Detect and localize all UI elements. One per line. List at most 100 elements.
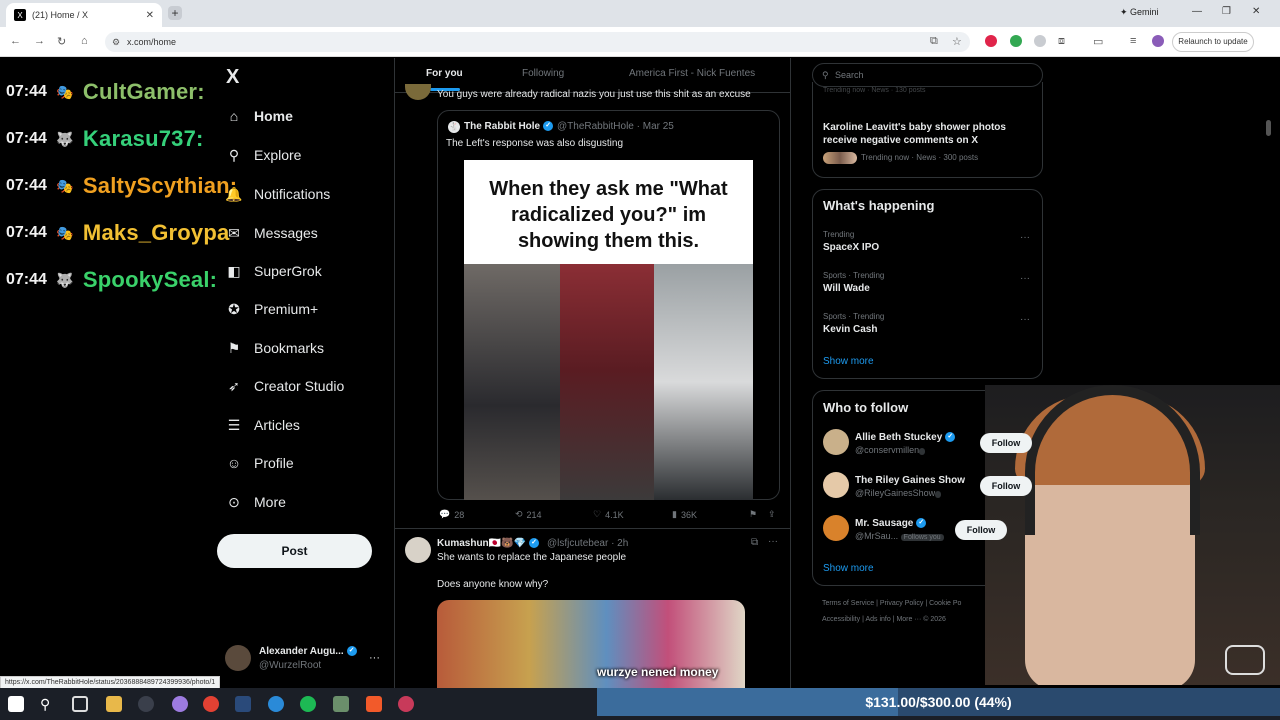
trend-name[interactable]: Kevin Cash xyxy=(823,324,877,335)
brave-icon[interactable] xyxy=(366,696,382,712)
close-tab-icon[interactable]: ✕ xyxy=(146,10,154,21)
steam-icon[interactable] xyxy=(235,696,251,712)
mail-icon: ✉ xyxy=(228,224,240,241)
like-button[interactable]: ♡ 4.1K xyxy=(593,509,624,520)
account-more-icon[interactable]: ··· xyxy=(369,652,380,664)
tweet-more-icon[interactable]: ··· xyxy=(768,536,778,547)
file-explorer-icon[interactable] xyxy=(106,696,122,712)
suggested-user-name[interactable]: The Riley Gaines Show xyxy=(855,475,965,486)
maximize-icon[interactable]: ❐ xyxy=(1222,6,1231,17)
footer-links[interactable]: Accessibility | Ads info | More ··· © 20… xyxy=(822,616,946,623)
trend-name[interactable]: SpaceX IPO xyxy=(823,242,879,253)
window-close-icon[interactable]: ✕ xyxy=(1252,6,1260,17)
sidebar-item-label: Bookmarks xyxy=(254,340,325,356)
reload-icon[interactable]: ↻ xyxy=(57,35,66,48)
windows-start-icon[interactable] xyxy=(8,696,24,712)
post-button[interactable]: Post xyxy=(217,534,372,568)
sidebar-item-creator-studio[interactable]: ➶ Creator Studio xyxy=(226,374,344,398)
tab-for-you[interactable]: For you xyxy=(426,68,463,79)
sidebar-item-label: Creator Studio xyxy=(254,378,345,394)
suggested-user-name[interactable]: Allie Beth Stuckey ✓ xyxy=(855,432,956,443)
forward-icon[interactable]: → xyxy=(34,35,45,47)
profile-avatar[interactable] xyxy=(1152,35,1164,47)
views-button[interactable]: ▮ 36K xyxy=(672,509,697,520)
rabbit-avatar-icon: 🐇 xyxy=(448,121,460,133)
tab-america-first[interactable]: America First - Nick Fuentes xyxy=(629,68,755,79)
sidebar-item-messages[interactable]: ✉ Messages xyxy=(226,221,318,245)
star-icon[interactable]: ☆ xyxy=(952,35,962,48)
app-icon[interactable] xyxy=(333,696,349,712)
show-more-link[interactable]: Show more xyxy=(823,356,874,367)
extension-icon[interactable] xyxy=(985,35,997,47)
sidebar-item-home[interactable]: ⌂ Home xyxy=(226,104,293,128)
gemini-button[interactable]: ✦ Gemini xyxy=(1120,7,1159,18)
browser-tab[interactable]: X (21) Home / X ✕ xyxy=(6,3,162,27)
extension-icon[interactable] xyxy=(1010,35,1022,47)
tweet-handle: @lsfjcutebear · 2h xyxy=(547,538,629,549)
site-info-icon[interactable]: ⚙ xyxy=(112,32,120,52)
x-logo-icon[interactable]: X xyxy=(226,66,239,89)
feed-divider xyxy=(394,58,395,688)
search-icon[interactable]: ⚲ xyxy=(40,696,56,712)
share-icon[interactable]: ⇪ xyxy=(768,509,776,520)
sidebar-item-articles[interactable]: ☰ Articles xyxy=(226,413,300,437)
footer-links[interactable]: Terms of Service | Privacy Policy | Cook… xyxy=(822,600,961,607)
new-tab-button[interactable]: + xyxy=(168,6,182,20)
app-icon[interactable] xyxy=(398,696,414,712)
sidebar-item-explore[interactable]: ⚲ Explore xyxy=(226,143,302,167)
news-title[interactable]: Karoline Leavitt's baby shower photos re… xyxy=(823,121,1033,147)
back-icon[interactable]: ← xyxy=(10,35,21,47)
chrome-icon[interactable] xyxy=(203,696,219,712)
grok-icon[interactable]: ⧉ xyxy=(751,537,758,548)
quote-handle: @TheRabbitHole · Mar 25 xyxy=(557,121,674,132)
obs-icon[interactable] xyxy=(138,696,154,712)
sidebar-item-profile[interactable]: ☺ Profile xyxy=(226,451,294,475)
sidebar-item-bookmarks[interactable]: ⚑ Bookmarks xyxy=(226,336,324,360)
extensions-puzzle-icon[interactable]: ⧈ xyxy=(1058,35,1065,48)
verified-icon: ✓ xyxy=(529,538,540,549)
home-browser-icon[interactable]: ⌂ xyxy=(81,35,88,47)
chat-time: 07:44 xyxy=(6,224,47,241)
bookmark-tweet-icon[interactable]: ⚑ xyxy=(749,509,757,520)
extension-icon[interactable] xyxy=(1034,35,1046,47)
chat-time: 07:44 xyxy=(6,130,47,147)
suggested-user-handle: @RileyGainesShow xyxy=(855,488,942,498)
tab-following[interactable]: Following xyxy=(522,68,564,79)
edge-icon[interactable] xyxy=(268,696,284,712)
app-icon[interactable] xyxy=(172,696,188,712)
account-avatar[interactable] xyxy=(225,645,251,671)
avatar[interactable] xyxy=(823,429,849,455)
media-icon[interactable]: ≡ xyxy=(1130,35,1136,47)
avatar[interactable] xyxy=(823,515,849,541)
spotify-icon[interactable] xyxy=(300,696,316,712)
show-more-link[interactable]: Show more xyxy=(823,563,874,574)
sidepanel-icon[interactable]: ▭ xyxy=(1093,35,1103,48)
follow-button[interactable]: Follow xyxy=(955,520,1007,540)
install-icon[interactable]: ⧉ xyxy=(930,35,938,48)
trend-more-icon[interactable]: ··· xyxy=(1020,232,1030,243)
account-name[interactable]: Alexander Augu... ✓ xyxy=(259,646,357,657)
suggested-user-name[interactable]: Mr. Sausage ✓ xyxy=(855,518,927,529)
meme-image[interactable]: When they ask me "What radicalized you?"… xyxy=(464,160,753,500)
tweet-avatar[interactable] xyxy=(405,537,431,563)
trend-more-icon[interactable]: ··· xyxy=(1020,314,1030,325)
sidebar-item-supergrok[interactable]: ◧ SuperGrok xyxy=(226,259,321,283)
avatar[interactable] xyxy=(823,472,849,498)
sidebar-item-notifications[interactable]: 🔔 Notifications xyxy=(225,182,330,206)
tweet-avatar[interactable] xyxy=(405,84,431,100)
relaunch-button[interactable]: Relaunch to update xyxy=(1172,32,1254,52)
follow-button[interactable]: Follow xyxy=(980,476,1032,496)
repost-button[interactable]: ⟲ 214 xyxy=(515,509,542,520)
reply-button[interactable]: 💬 28 xyxy=(439,509,464,520)
url-input[interactable]: ⚙ x.com/home xyxy=(105,32,970,52)
sidebar-item-premium-[interactable]: ✪ Premium+ xyxy=(226,297,318,321)
minimize-icon[interactable]: — xyxy=(1192,6,1202,17)
tweet-text: You guys were already radical nazis you … xyxy=(437,89,751,100)
tweet-author[interactable]: Kumashun🇯🇵🐻💎 ✓ xyxy=(437,538,540,549)
task-view-icon[interactable] xyxy=(72,696,88,712)
page-scrollbar[interactable] xyxy=(1266,120,1271,136)
trend-more-icon[interactable]: ··· xyxy=(1020,273,1030,284)
sidebar-item-more[interactable]: ⊙ More xyxy=(226,490,286,514)
trend-name[interactable]: Will Wade xyxy=(823,283,870,294)
follow-button[interactable]: Follow xyxy=(980,433,1032,453)
